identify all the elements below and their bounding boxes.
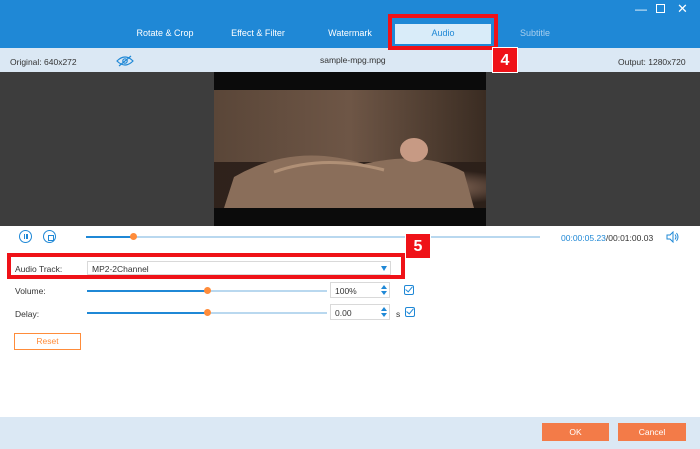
total-time: /00:01:00.03 <box>605 233 654 243</box>
volume-label: Volume: <box>15 286 46 296</box>
seek-progress <box>86 236 133 238</box>
original-resolution: Original: 640x272 <box>10 57 77 67</box>
volume-icon[interactable] <box>666 230 680 245</box>
ok-button[interactable]: OK <box>542 423 609 441</box>
increment-icon[interactable] <box>381 285 387 289</box>
delay-slider-handle[interactable] <box>204 309 211 316</box>
step-badge-4: 4 <box>492 47 518 73</box>
seek-handle[interactable] <box>130 233 137 240</box>
eye-hidden-icon[interactable] <box>116 55 134 69</box>
tab-rotate-crop[interactable]: Rotate & Crop <box>130 28 200 38</box>
volume-value: 100% <box>335 286 357 296</box>
tab-watermark[interactable]: Watermark <box>318 28 382 38</box>
seek-track[interactable] <box>86 236 540 238</box>
delay-slider-fill <box>87 312 207 314</box>
stop-button[interactable] <box>43 230 56 243</box>
volume-slider-handle[interactable] <box>204 287 211 294</box>
delay-unit: s <box>396 309 401 319</box>
time-display: 00:00:05.23/00:01:00.03 <box>561 233 653 243</box>
volume-slider-fill <box>87 290 207 292</box>
video-frame <box>214 72 486 226</box>
maximize-icon[interactable] <box>656 4 665 13</box>
title-bar: — ✕ <box>0 0 700 18</box>
footer-bar: OK Cancel <box>0 417 700 449</box>
current-time: 00:00:05.23 <box>561 233 606 243</box>
delay-apply-checkbox[interactable] <box>405 307 415 317</box>
tab-subtitle[interactable]: Subtitle <box>506 28 564 38</box>
pause-button[interactable] <box>19 230 32 243</box>
delay-label: Delay: <box>15 309 40 319</box>
callout-audio-highlight <box>388 14 498 50</box>
step-badge-5: 5 <box>405 233 431 259</box>
video-preview-area <box>0 72 700 226</box>
delay-value: 0.00 <box>335 308 352 318</box>
file-name: sample-mpg.mpg <box>320 55 386 65</box>
volume-stepper[interactable]: 100% <box>330 282 390 298</box>
info-bar: Original: 640x272 sample-mpg.mpg Output:… <box>0 48 700 72</box>
cancel-button[interactable]: Cancel <box>618 423 686 441</box>
tab-effect-filter[interactable]: Effect & Filter <box>222 28 294 38</box>
decrement-icon[interactable] <box>381 291 387 295</box>
close-icon[interactable]: ✕ <box>677 2 688 16</box>
reset-button[interactable]: Reset <box>14 333 81 350</box>
volume-apply-checkbox[interactable] <box>404 285 414 295</box>
playback-bar: 00:00:05.23/00:01:00.03 <box>0 226 700 248</box>
minimize-icon[interactable]: — <box>635 2 647 16</box>
output-resolution: Output: 1280x720 <box>618 57 686 67</box>
delay-stepper[interactable]: 0.00 <box>330 304 390 320</box>
decrement-icon[interactable] <box>381 313 387 317</box>
callout-audio-track-highlight <box>7 253 405 279</box>
increment-icon[interactable] <box>381 307 387 311</box>
